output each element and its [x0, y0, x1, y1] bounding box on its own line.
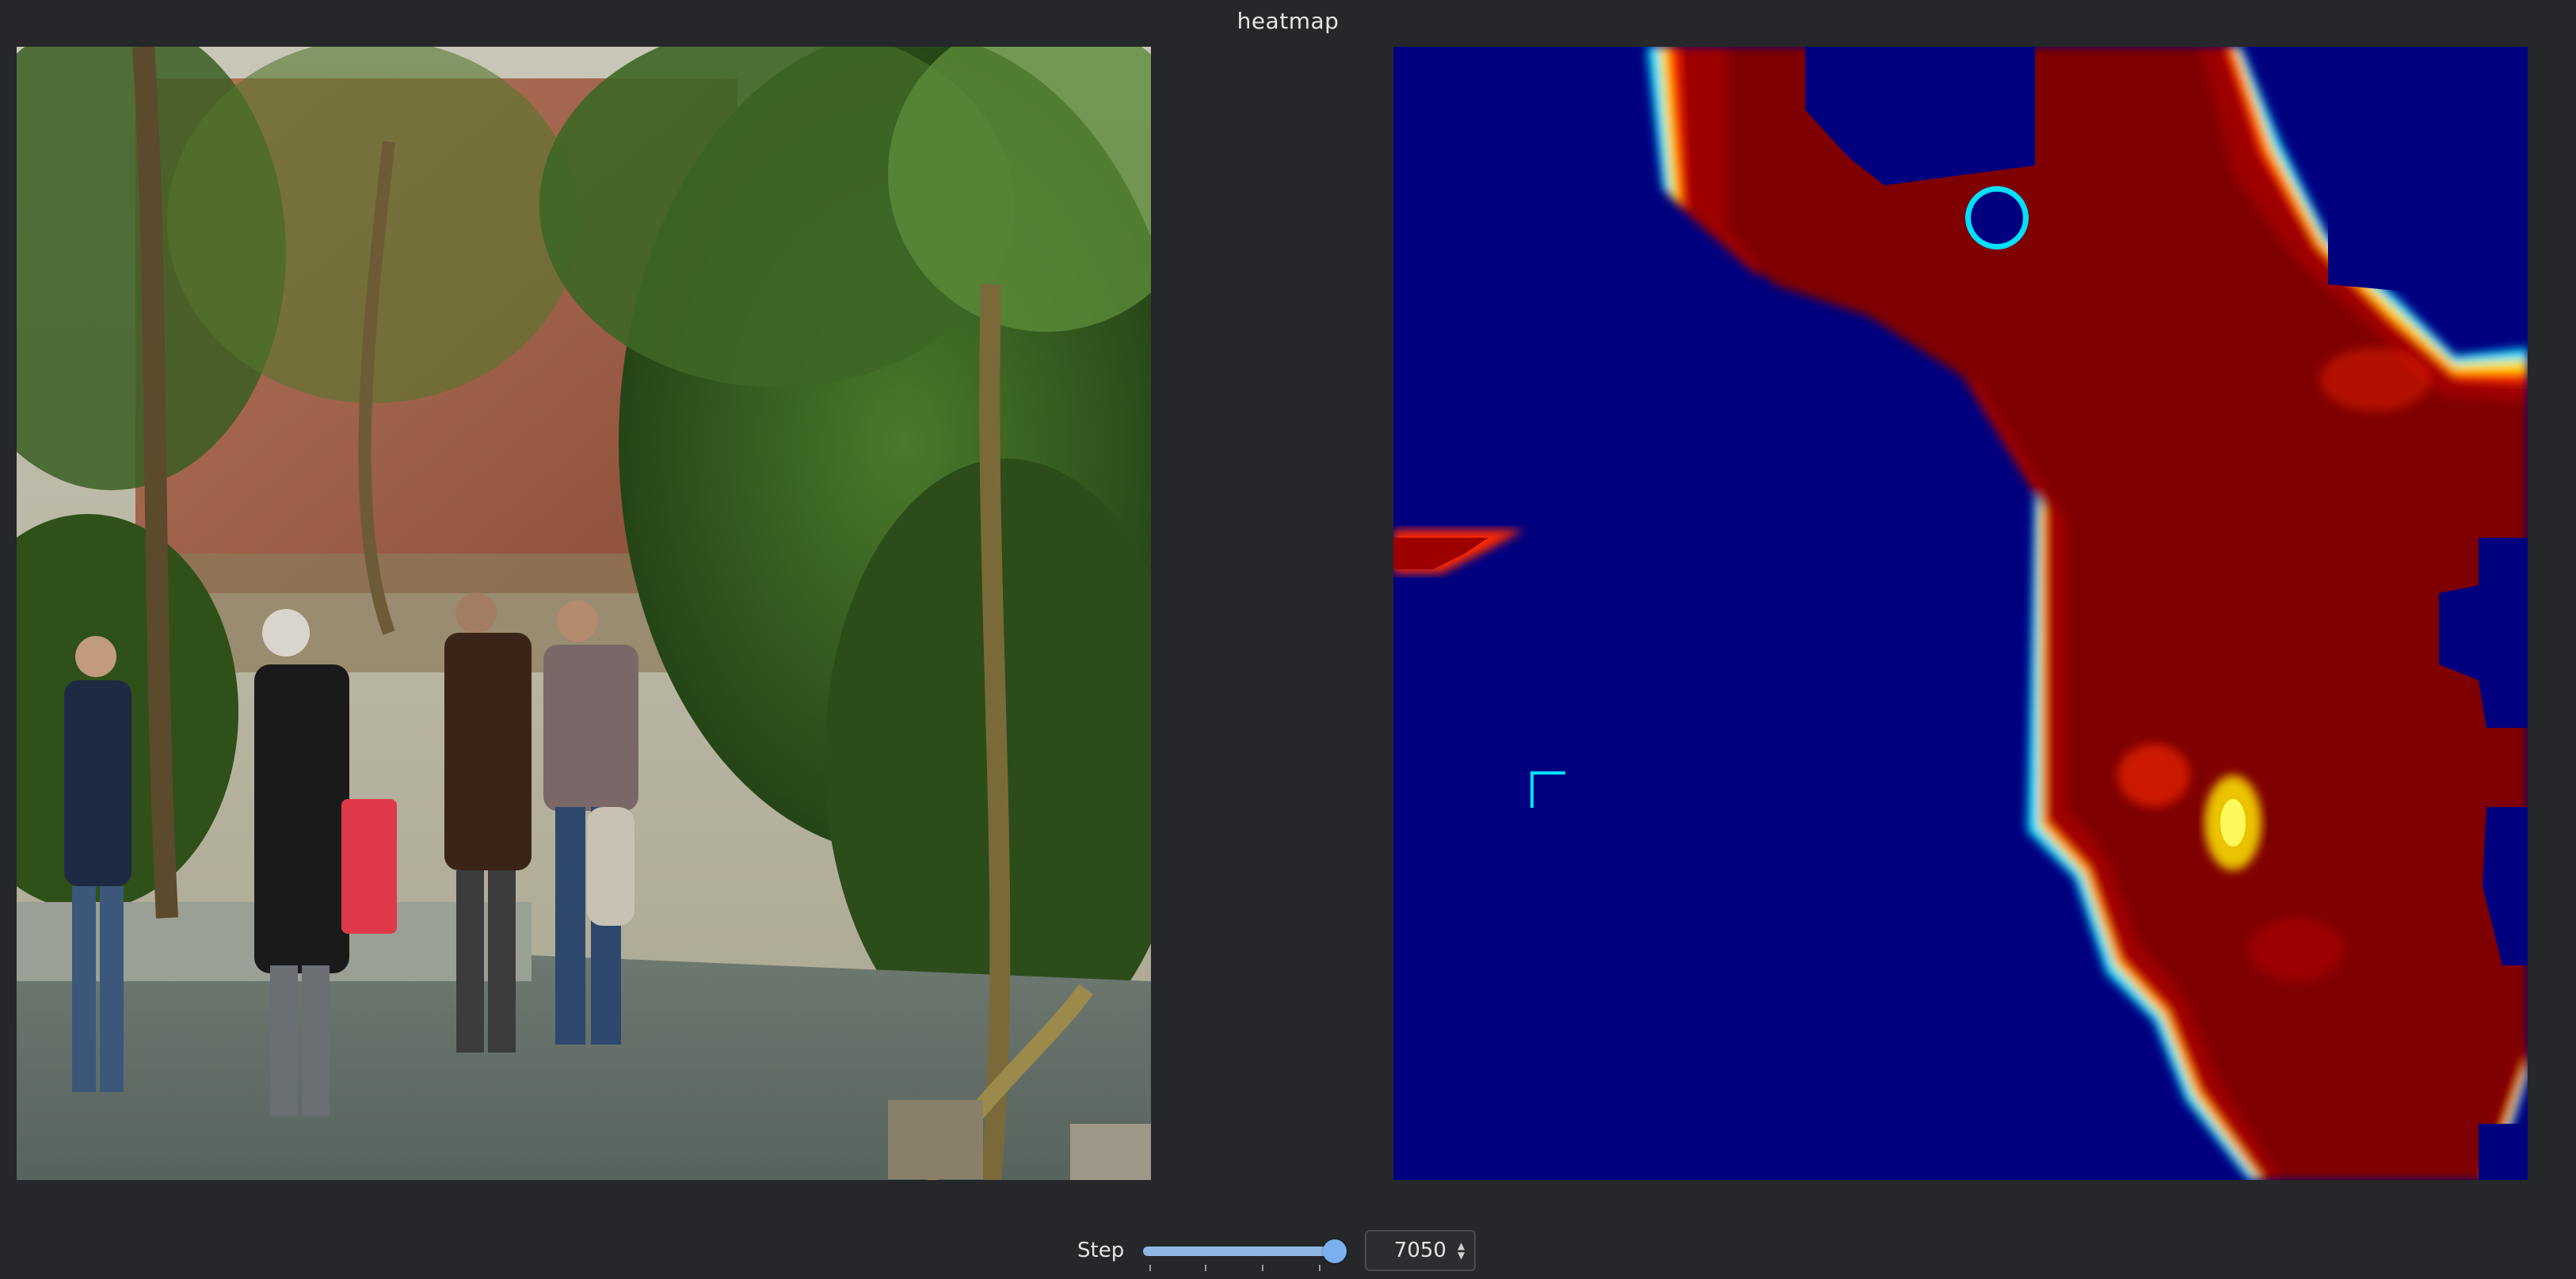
slider-tick — [1319, 1265, 1321, 1271]
step-controls: Step 7050 ▲ ▼ — [1077, 1228, 1477, 1273]
slider-tick — [1205, 1265, 1207, 1271]
heatmap-panel — [1393, 47, 2528, 1180]
spin-down-icon[interactable]: ▼ — [1458, 1250, 1465, 1260]
heatmap-image — [1393, 47, 2528, 1180]
spin-arrows-icon[interactable]: ▲ ▼ — [1458, 1241, 1465, 1260]
heatmap-window: heatmap Step 7050 ▲ ▼ — [0, 0, 2576, 1279]
slider-thumb[interactable] — [1323, 1239, 1347, 1263]
source-image-panel — [17, 47, 1151, 1180]
source-photo — [17, 47, 1151, 1180]
slider-tick — [1149, 1265, 1152, 1271]
slider-tick — [1262, 1265, 1264, 1271]
step-value[interactable]: 7050 — [1394, 1239, 1446, 1262]
step-label: Step — [1077, 1239, 1125, 1262]
window-title: heatmap — [1237, 8, 1339, 34]
step-spinbox[interactable]: 7050 ▲ ▼ — [1365, 1230, 1477, 1271]
slider-track[interactable] — [1143, 1247, 1336, 1256]
step-slider[interactable] — [1135, 1235, 1347, 1271]
